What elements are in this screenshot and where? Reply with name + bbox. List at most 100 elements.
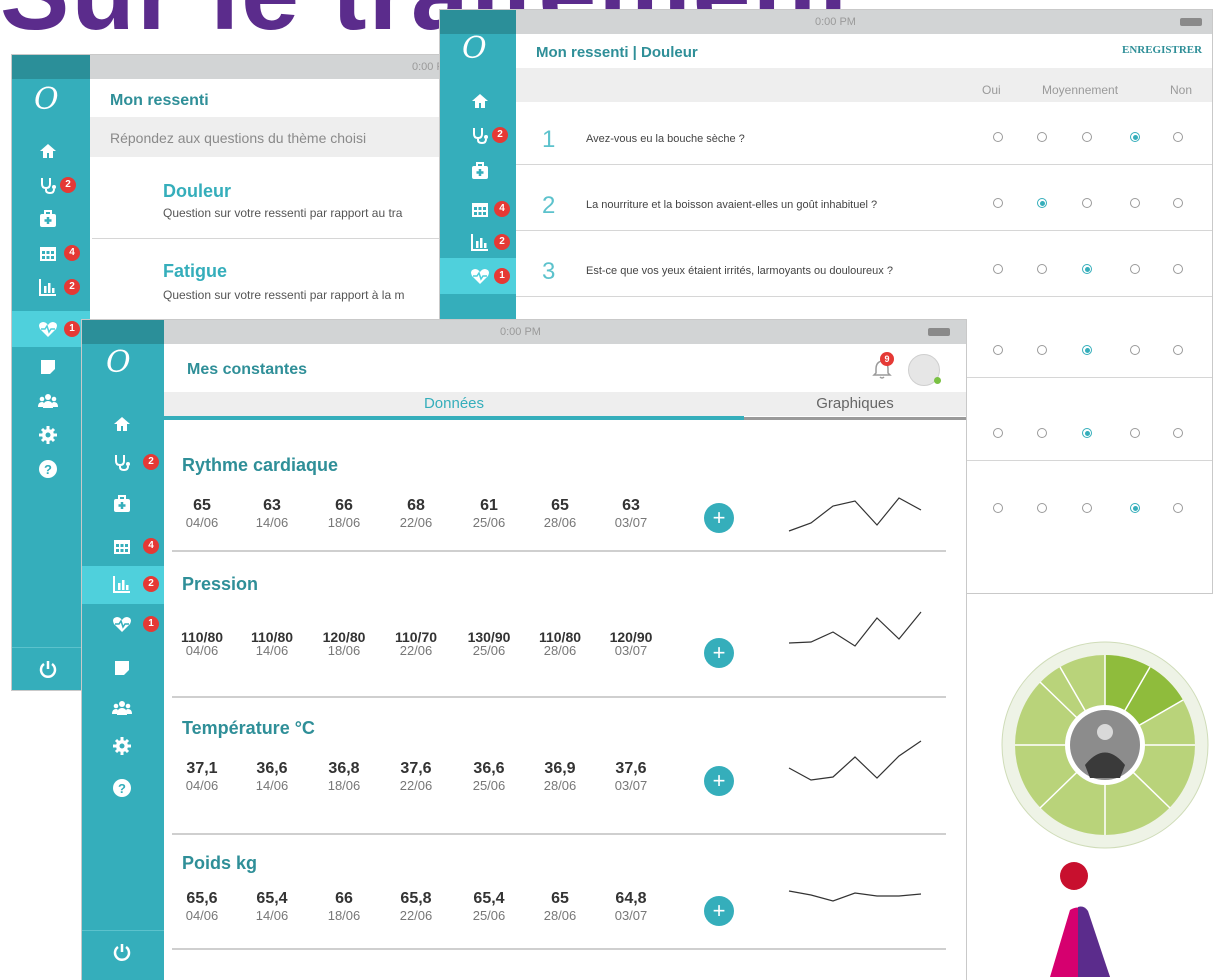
nav-treatment[interactable]: 2	[82, 444, 164, 480]
nav-calendar[interactable]: 4	[12, 235, 90, 271]
metric-value: 65	[551, 497, 569, 514]
nav-feeling[interactable]: 1	[12, 311, 90, 347]
answer-radio[interactable]	[1173, 132, 1183, 142]
answer-radio[interactable]	[1082, 264, 1092, 274]
answer-radio[interactable]	[1037, 503, 1047, 513]
add-measure-button[interactable]: +	[704, 896, 734, 926]
metric-value: 64,8	[615, 890, 647, 907]
nav-constants[interactable]: 2	[440, 224, 516, 260]
answer-radio[interactable]	[993, 132, 1003, 142]
nav-care[interactable]	[440, 153, 516, 189]
answer-radio[interactable]	[1173, 503, 1183, 513]
power-button[interactable]	[12, 647, 90, 690]
tab-graphiques[interactable]: Graphiques	[744, 392, 966, 416]
metric-date: 18/06	[327, 643, 361, 658]
answer-radio[interactable]	[1037, 132, 1047, 142]
divider	[172, 696, 946, 698]
nav-notes[interactable]	[82, 650, 164, 686]
add-measure-button[interactable]: +	[704, 503, 734, 533]
theme-title: Douleur	[163, 181, 232, 201]
question-text: Avez-vous eu la bouche sèche ?	[586, 133, 745, 145]
nav-settings[interactable]	[12, 417, 90, 453]
answer-radio[interactable]	[1082, 503, 1092, 513]
nav-feeling[interactable]: 1	[440, 258, 516, 294]
answer-radio[interactable]	[1130, 345, 1140, 355]
nav-care[interactable]	[82, 486, 164, 522]
answer-radio[interactable]	[993, 198, 1003, 208]
answer-radio[interactable]	[993, 345, 1003, 355]
answer-radio[interactable]	[993, 428, 1003, 438]
home-icon	[470, 91, 490, 111]
metric-date: 25/06	[472, 908, 506, 923]
nav-help[interactable]: ?	[12, 451, 90, 487]
chart-badge: 2	[64, 279, 80, 295]
tab-donnees[interactable]: Données	[164, 392, 744, 416]
app-logo: O	[462, 31, 487, 66]
answer-radio[interactable]	[1173, 198, 1183, 208]
answer-radio[interactable]	[1082, 428, 1092, 438]
nav-home[interactable]	[440, 83, 516, 119]
group-icon	[38, 391, 58, 411]
metric-date: 04/06	[185, 643, 219, 658]
answer-radio[interactable]	[1082, 198, 1092, 208]
answer-radio[interactable]	[1082, 132, 1092, 142]
nav-care[interactable]	[12, 201, 90, 237]
calendar-icon	[112, 536, 132, 556]
note-icon	[112, 658, 132, 678]
nav-constants[interactable]: 2	[82, 566, 164, 604]
group-icon	[112, 698, 132, 718]
answer-radio[interactable]	[1082, 345, 1092, 355]
nav-constants[interactable]: 2	[12, 269, 90, 305]
sparkline-path	[788, 740, 922, 781]
status-bar: ●●●●○ 0:00 PM	[440, 10, 1212, 34]
answer-radio[interactable]	[1173, 428, 1183, 438]
answer-radio[interactable]	[1130, 264, 1140, 274]
svg-text:?: ?	[44, 462, 52, 477]
metric-date: 14/06	[255, 908, 289, 923]
nav-help[interactable]: ?	[82, 770, 164, 806]
nav-calendar[interactable]: 4	[82, 528, 164, 564]
sparkline-path	[788, 497, 922, 532]
nav-home[interactable]	[82, 406, 164, 442]
notification-badge: 9	[880, 352, 894, 366]
add-measure-button[interactable]: +	[704, 638, 734, 668]
heart-rate-icon	[112, 614, 132, 634]
answer-radio[interactable]	[1037, 198, 1047, 208]
nav-feeling[interactable]: 1	[82, 606, 164, 642]
answer-radio[interactable]	[1130, 428, 1140, 438]
answer-radio[interactable]	[1037, 264, 1047, 274]
nav-home[interactable]	[12, 133, 90, 169]
answer-radio[interactable]	[1173, 264, 1183, 274]
metric-value: 37,6	[400, 760, 432, 777]
answer-radio[interactable]	[1173, 345, 1183, 355]
heart-rate-icon	[38, 319, 58, 339]
answer-radio[interactable]	[993, 264, 1003, 274]
nav-settings[interactable]	[82, 728, 164, 764]
save-button[interactable]: ENREGISTRER	[1122, 44, 1202, 56]
power-button[interactable]	[82, 930, 164, 973]
answer-radio[interactable]	[1130, 198, 1140, 208]
notification-button[interactable]: 9	[872, 352, 894, 385]
nav-treatment[interactable]: 2	[12, 167, 90, 203]
nav-calendar[interactable]: 4	[440, 191, 516, 227]
help-icon: ?	[38, 459, 58, 479]
add-measure-button[interactable]: +	[704, 766, 734, 796]
answer-radio[interactable]	[1037, 345, 1047, 355]
nav-community[interactable]	[12, 383, 90, 419]
metric-title: Rythme cardiaque	[182, 455, 339, 475]
medical-kit-icon	[470, 161, 490, 181]
nav-community[interactable]	[82, 690, 164, 726]
column-non: Non	[1170, 83, 1193, 97]
sparkline	[788, 740, 922, 781]
home-icon	[38, 141, 58, 161]
bar-chart-icon	[470, 232, 490, 252]
answer-radio[interactable]	[1130, 132, 1140, 142]
divider	[172, 948, 946, 950]
nav-notes[interactable]	[12, 349, 90, 385]
nav-treatment[interactable]: 2	[440, 117, 516, 153]
answer-radio[interactable]	[993, 503, 1003, 513]
answer-radio[interactable]	[1037, 428, 1047, 438]
answer-radio[interactable]	[1130, 503, 1140, 513]
metric-value: 65,4	[256, 890, 288, 907]
metric-date: 25/06	[472, 515, 506, 530]
